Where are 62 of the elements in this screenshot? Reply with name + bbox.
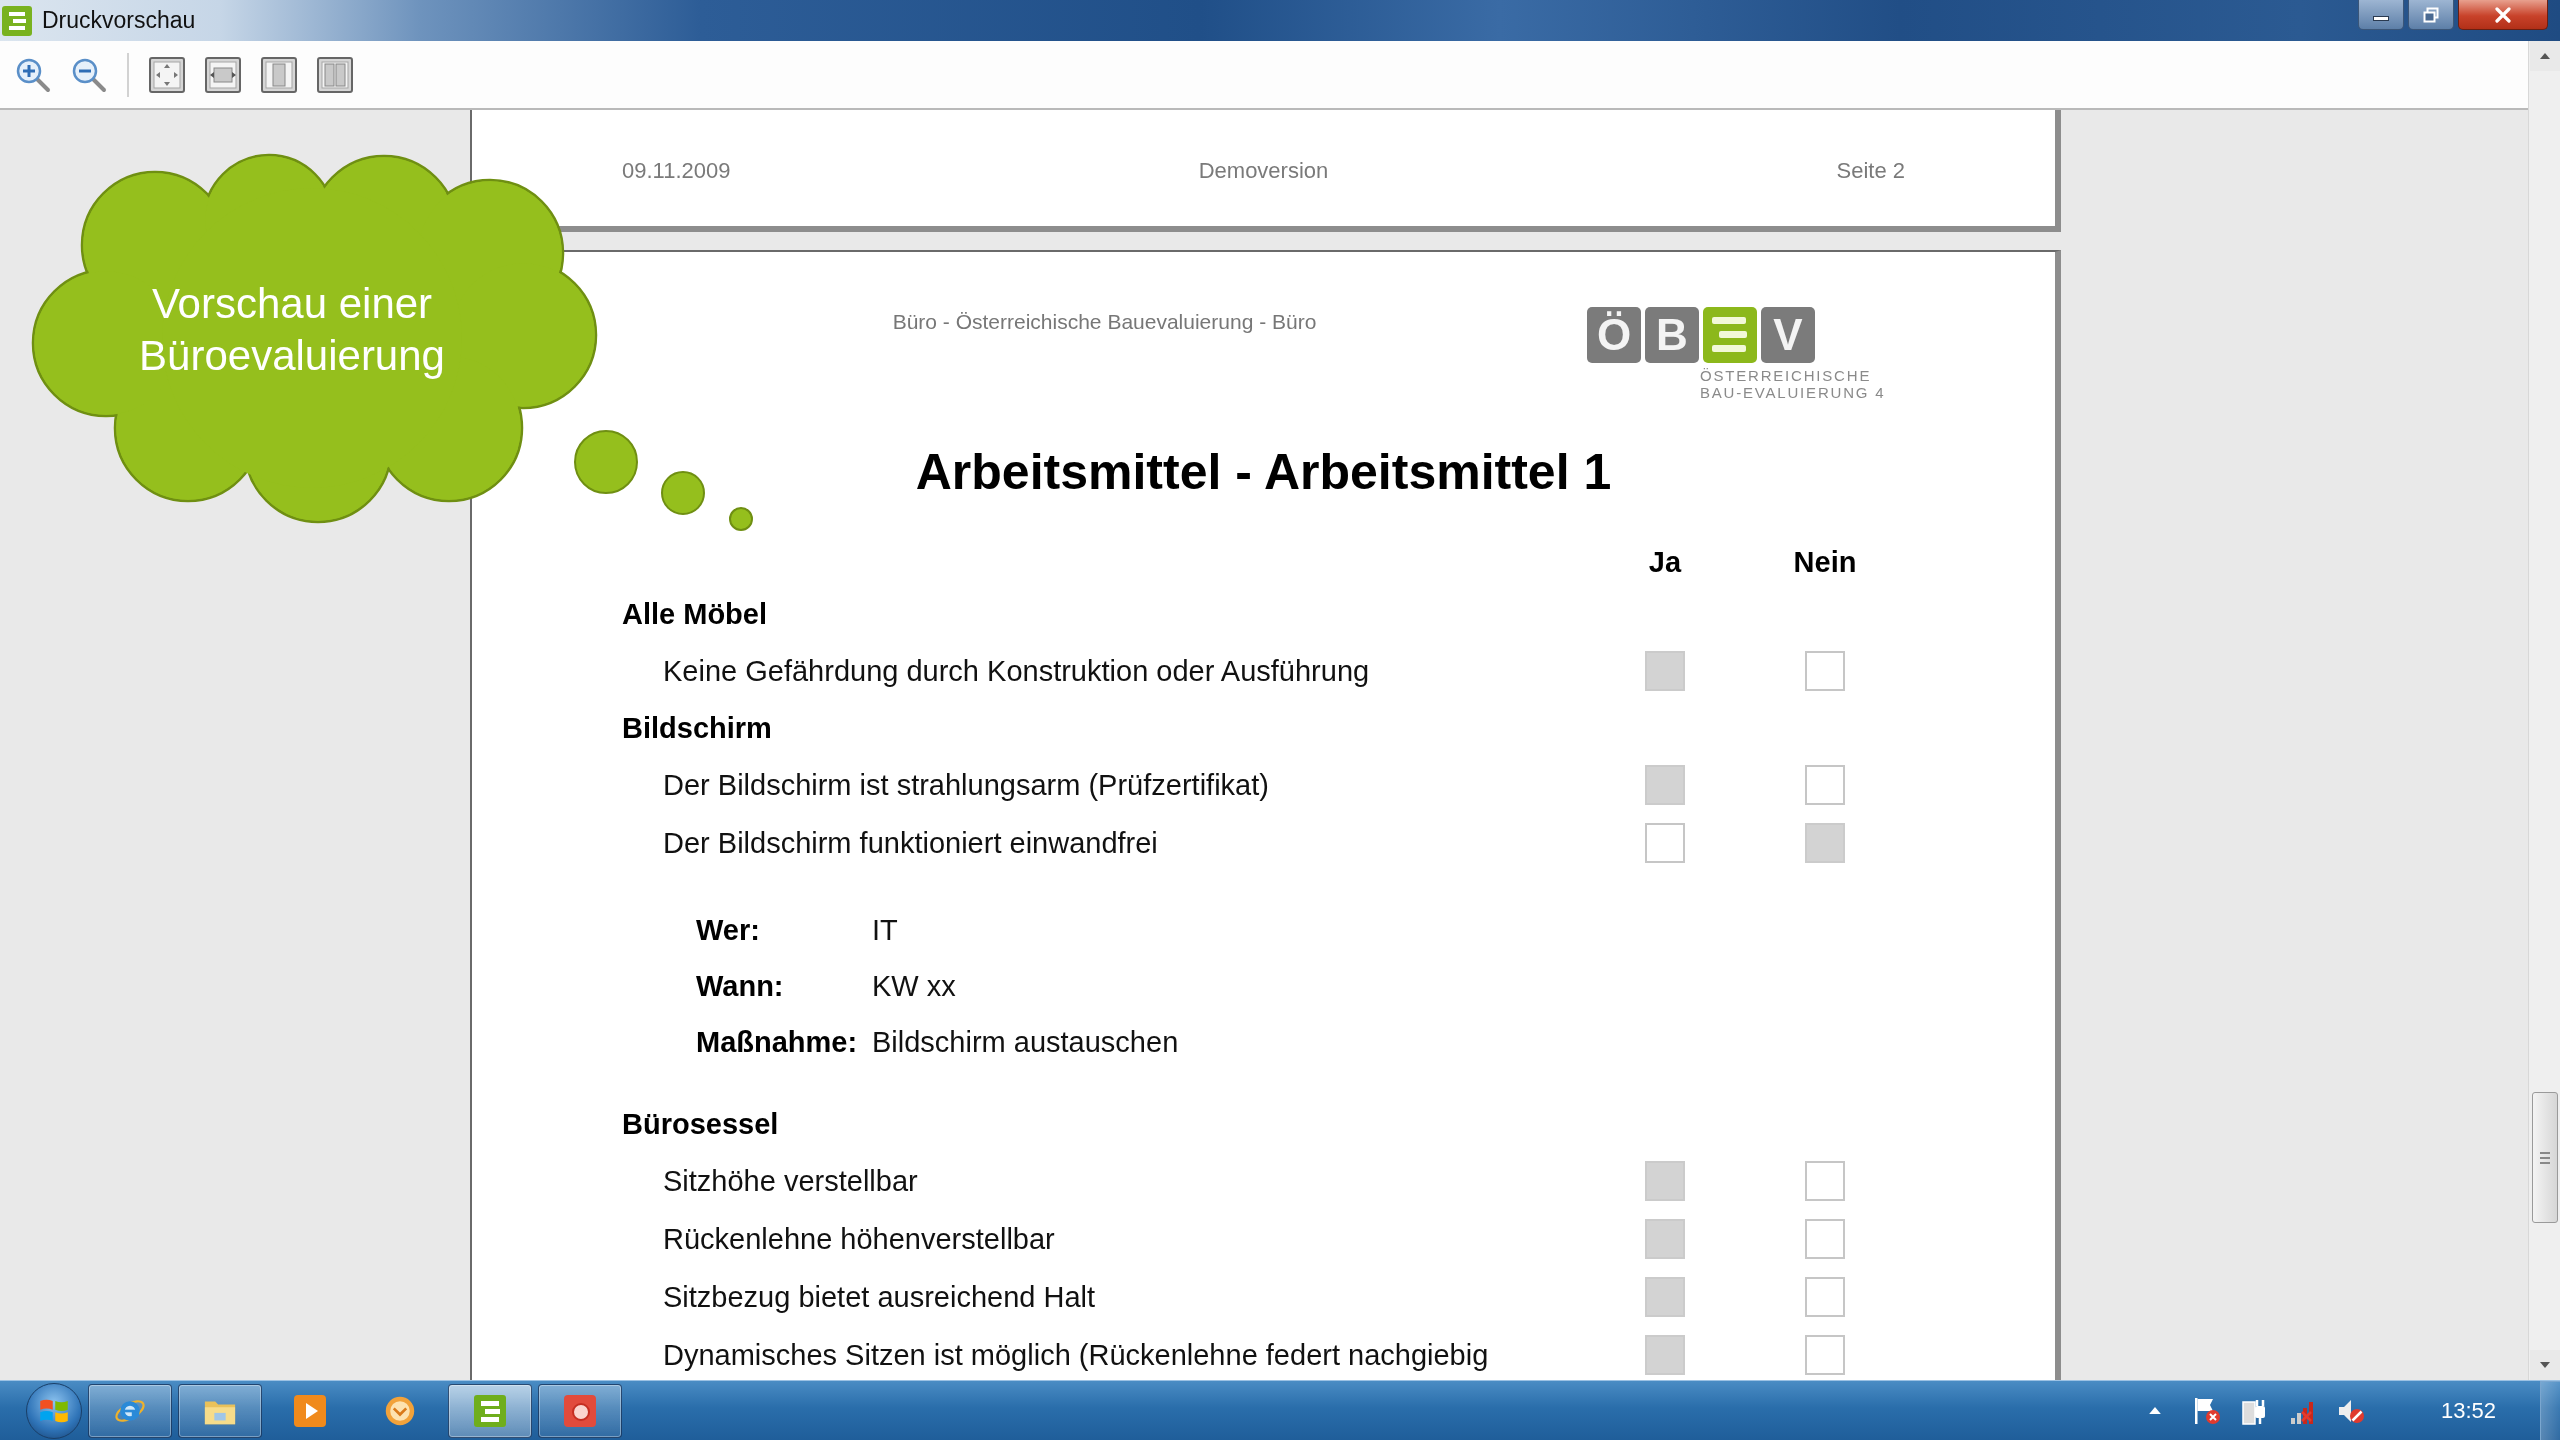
up-arrow-icon [2539,53,2550,59]
taskbar-app-button[interactable] [88,1383,172,1438]
circle-tile-icon [563,1394,597,1427]
taskbar-app-button[interactable] [178,1383,262,1438]
taskbar-app-button[interactable] [448,1383,532,1438]
question-text: Rückenlehne höhenverstellbar [663,1222,1055,1256]
question-text: Sitzhöhe verstellbar [663,1164,918,1198]
section-heading: Bürosessel [622,1107,779,1141]
window-title: Druckvorschau [42,7,196,34]
logo-caption: ÖSTERREICHISCHE [1700,367,1872,384]
thought-bubble [574,430,638,494]
measure-label: Wann: [696,969,784,1003]
logo-letter-tile: B [1645,307,1699,363]
play-icon [293,1394,327,1427]
minimize-button[interactable] [2358,0,2404,30]
callout-text: Vorschau einer Büroevaluierung [139,279,445,381]
restore-icon [2423,6,2439,23]
measure-label: Wer: [696,913,760,947]
close-button[interactable] [2458,0,2548,30]
clock[interactable]: 13:52 [2440,1397,2496,1424]
measure-value: KW xx [872,969,956,1003]
down-arrow-icon [2539,1362,2550,1368]
page-title: Arbeitsmittel - Arbeitsmittel 1 [915,444,1612,500]
question-text: Der Bildschirm funktioniert einwandfrei [663,826,1158,860]
magnifier-minus-icon [71,56,107,93]
page-header-text: Büro - Österreichische Bauevaluierung - Büro [892,309,1317,335]
magnifier-plus-icon [15,56,51,93]
bars-tile-icon [473,1394,507,1427]
section-heading: Alle Möbel [622,597,767,631]
scroll-up-button[interactable] [2529,41,2560,71]
single-page-icon [261,56,297,93]
thought-bubble [661,471,705,515]
restore-button[interactable] [2408,0,2454,30]
two-pages-icon [317,56,353,93]
page-arrows-icon [149,56,185,93]
logo-letter-tile: V [1761,307,1815,363]
close-icon [2495,6,2511,23]
logo-caption: BAU-EVALUIERUNG 4 [1700,384,1886,401]
column-header: Nein [1793,545,1857,579]
taskbar-app-button[interactable] [538,1383,622,1438]
chevron-circle-icon [383,1394,417,1427]
question-text: Dynamisches Sitzen ist möglich (Rückenlehne federt nachgiebig [663,1338,1489,1372]
minimize-icon [2373,16,2389,21]
logo-letter-tile: Ö [1587,307,1641,363]
question-text: Keine Gefährdung durch Konstruktion oder Ausführung [663,654,1370,688]
app-icon [2,5,32,36]
footer-note: Demoversion [1198,158,1329,184]
measure-value: IT [872,913,898,947]
bars-tile-icon [1703,307,1757,363]
footer-date: 09.11.2009 [622,158,731,184]
scroll-thumb[interactable] [2531,1092,2558,1223]
scroll-down-button[interactable] [2529,1350,2560,1380]
caret-up-icon[interactable] [2148,1407,2161,1414]
section-heading: Bildschirm [622,711,772,745]
measure-label: Maßnahme: [696,1025,858,1059]
measure-value: Bildschirm austauschen [872,1025,1179,1059]
page-width-icon [205,56,241,93]
column-header: Ja [1648,545,1682,579]
question-text: Sitzbezug bietet ausreichend Halt [663,1280,1096,1314]
flag-icon[interactable] [2192,1395,2221,1426]
footer-page-number: Seite 2 [1836,158,1905,184]
question-text: Der Bildschirm ist strahlungsarm (Prüfzertifikat) [663,768,1269,802]
